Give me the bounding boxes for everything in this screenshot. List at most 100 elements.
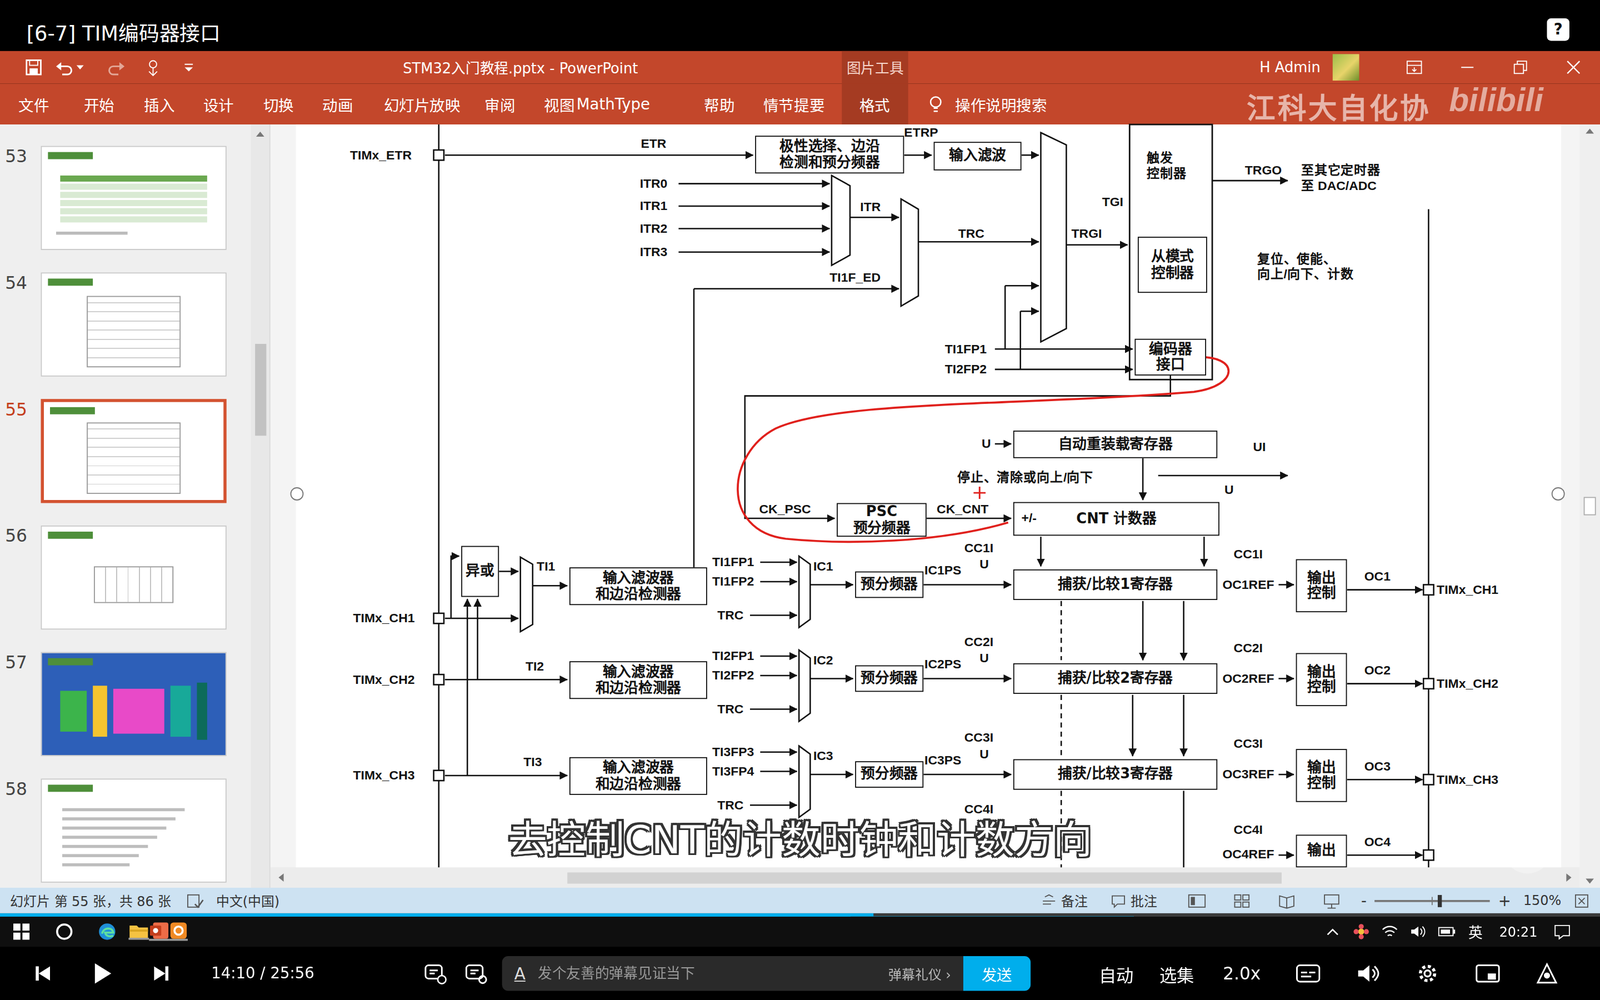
ribbon-tab[interactable]: 开始 (83, 83, 144, 125)
touch-mode-icon[interactable] (143, 58, 163, 77)
ribbon-tab[interactable]: 审阅 (484, 83, 544, 125)
slide-thumbnail[interactable]: 53 (0, 146, 252, 250)
previous-icon[interactable] (13, 946, 73, 1000)
diagram-label: TRC (717, 608, 744, 624)
danmaku-input[interactable] (535, 964, 879, 983)
ribbon-tab[interactable]: 视图 (543, 83, 577, 125)
slideshow-icon[interactable] (1318, 892, 1345, 909)
volume-icon[interactable] (1338, 946, 1399, 1000)
notification-icon[interactable] (1546, 916, 1578, 947)
notes-button[interactable]: 备注 (1040, 890, 1088, 910)
spell-check-icon[interactable] (185, 892, 204, 909)
zoom-in-button[interactable]: + (1498, 891, 1512, 910)
play-icon[interactable] (72, 946, 132, 1000)
danmaku-style-button[interactable]: A (514, 963, 526, 984)
vertical-scrollbar[interactable] (1579, 124, 1600, 888)
save-icon[interactable] (24, 58, 43, 77)
reading-view-icon[interactable] (1273, 892, 1300, 909)
slide-thumbnail[interactable]: 57 (0, 652, 252, 757)
zoom-slider[interactable] (1375, 894, 1491, 907)
search-icon[interactable] (42, 916, 86, 947)
slide-thumbnail[interactable]: 56 (0, 525, 252, 630)
slide-thumbnail[interactable]: 55 (0, 398, 252, 503)
comments-button[interactable]: 批注 (1110, 890, 1157, 910)
input-method[interactable]: 英 (1461, 921, 1490, 943)
ribbon-tab[interactable]: 切换 (263, 83, 323, 125)
danmaku-input-box[interactable]: A 弹幕礼仪 › (502, 956, 964, 991)
diagram-label: U (979, 651, 989, 667)
slide-thumbnail[interactable]: 54 (0, 272, 252, 377)
user-avatar[interactable] (1332, 53, 1360, 81)
subtitles-icon[interactable] (1277, 946, 1339, 1000)
restore-icon[interactable] (1493, 51, 1548, 84)
tray-app-icon[interactable] (1346, 916, 1375, 947)
danmaku-etiquette-link[interactable]: 弹幕礼仪 › (888, 963, 952, 984)
app-icon[interactable] (169, 922, 188, 941)
diagram-block: 输出 控制 (1296, 748, 1348, 803)
redo-icon[interactable] (107, 58, 126, 77)
ribbon-tab[interactable]: 文件 (0, 83, 84, 125)
customize-toolbar-icon[interactable] (182, 61, 195, 74)
close-icon[interactable] (1546, 51, 1600, 84)
network-icon[interactable] (1375, 916, 1404, 947)
volume-icon[interactable] (1403, 916, 1433, 947)
settings-icon[interactable] (1397, 946, 1458, 1000)
ribbon-tab[interactable]: MathType (576, 83, 705, 125)
send-button[interactable]: 发送 (963, 956, 1031, 991)
text-line (62, 808, 185, 812)
dropdown-caret-icon[interactable] (75, 63, 85, 72)
diagram-label: CC3I (1233, 736, 1263, 753)
speed-button[interactable]: 2.0x (1206, 963, 1278, 984)
diagram-label: CC2I (964, 634, 994, 650)
ribbon-tab[interactable]: 动画 (322, 83, 384, 125)
status-right: 备注 批注 - +150% (1040, 890, 1600, 910)
danmaku-toggle-icon[interactable] (415, 946, 457, 1000)
quality-button[interactable]: 自动 (1085, 960, 1147, 987)
scroll-left-icon (276, 872, 285, 883)
show-hidden-icons-icon[interactable] (1318, 916, 1347, 947)
next-icon[interactable] (131, 946, 192, 1000)
scroll-thumb[interactable] (567, 871, 1282, 883)
tell-me-search[interactable]: 操作说明搜索 (928, 83, 1047, 125)
danmaku-settings-icon[interactable] (456, 946, 497, 1000)
ribbon-tab[interactable]: 帮助 (703, 83, 764, 125)
video-progress[interactable] (0, 913, 1600, 917)
fit-slide-icon[interactable] (1573, 892, 1590, 909)
zoom-level[interactable]: 150% (1523, 892, 1562, 909)
slide-sorter-icon[interactable] (1228, 892, 1255, 909)
color-block (170, 685, 192, 737)
episodes-button[interactable]: 选集 (1146, 960, 1207, 987)
clock[interactable]: 20:21 (1490, 923, 1548, 940)
normal-view-icon[interactable] (1183, 892, 1210, 909)
diagram-label: OC1 (1364, 569, 1391, 585)
user-name[interactable]: H Admin (1259, 59, 1333, 76)
edge-browser-icon[interactable] (85, 916, 129, 947)
windows-start-icon[interactable] (0, 916, 43, 947)
thumbnail-scrollbar[interactable] (251, 124, 270, 888)
picture-in-picture-icon[interactable] (1457, 946, 1519, 1000)
minimize-icon[interactable] (1440, 51, 1494, 84)
help-button[interactable]: ? (1546, 18, 1569, 41)
fullscreen-icon[interactable] (1518, 946, 1576, 1000)
ribbon-tab[interactable]: 幻灯片放映 (383, 83, 485, 125)
slide-thumbnail[interactable]: 58 (0, 778, 252, 883)
zoom-thumb[interactable] (1437, 894, 1442, 907)
slide-content (47, 671, 220, 750)
file-explorer-icon[interactable] (128, 923, 149, 940)
ribbon-tab[interactable]: 格式 (841, 83, 908, 125)
language[interactable]: 中文(中国) (216, 890, 280, 910)
play-overlay-icon[interactable] (1502, 823, 1554, 875)
powerpoint-app-icon[interactable] (148, 922, 170, 941)
undo-icon[interactable] (55, 58, 74, 77)
ribbon-options-icon[interactable] (1387, 51, 1442, 84)
ribbon-tab[interactable]: 情节提要 (763, 83, 842, 125)
diagram-label: TRC (717, 797, 744, 814)
ribbon-tab[interactable]: 设计 (203, 83, 264, 125)
battery-icon[interactable] (1432, 916, 1462, 947)
cursor-icon (973, 486, 986, 499)
scroll-thumb[interactable] (254, 343, 266, 436)
thumbnail-pane: 53 54 55 56 57 58 (0, 124, 271, 888)
horizontal-scrollbar[interactable] (270, 867, 1580, 888)
ribbon-tab[interactable]: 插入 (143, 83, 204, 125)
zoom-out-button[interactable]: - (1361, 891, 1367, 910)
